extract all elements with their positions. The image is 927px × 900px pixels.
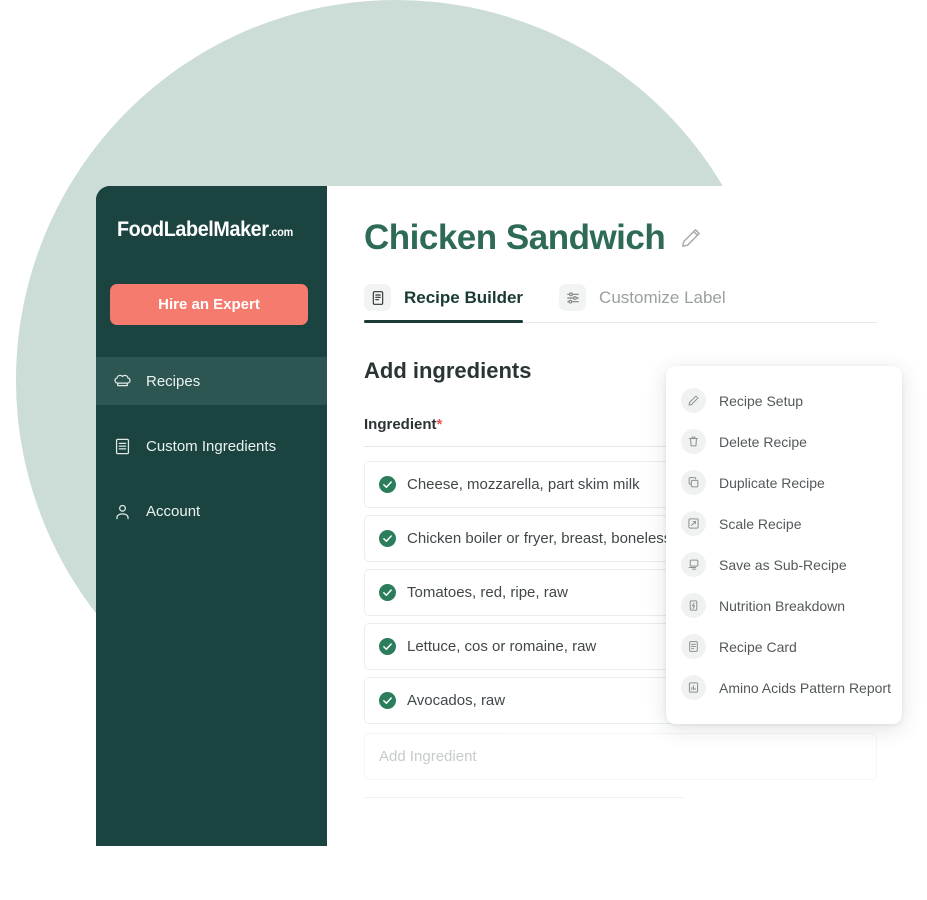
sidebar-nav: Recipes Custom Ingredients Account (96, 357, 327, 535)
menu-item-duplicate-recipe[interactable]: Duplicate Recipe (666, 462, 902, 503)
menu-item-delete-recipe[interactable]: Delete Recipe (666, 421, 902, 462)
nutrition-icon (681, 593, 706, 618)
document-icon (364, 284, 391, 311)
menu-item-label: Duplicate Recipe (719, 474, 825, 491)
check-circle-icon (379, 476, 396, 493)
required-marker: * (436, 416, 443, 433)
check-circle-icon (379, 692, 396, 709)
tab-recipe-builder[interactable]: Recipe Builder (364, 284, 524, 323)
tab-customize-label[interactable]: Customize Label (559, 284, 726, 323)
menu-item-label: Nutrition Breakdown (719, 597, 846, 614)
chef-hat-icon (113, 372, 132, 391)
brand-logo-suffix: .com (268, 227, 294, 239)
list-icon (113, 437, 132, 456)
save-sub-icon (681, 552, 706, 577)
menu-item-label: Recipe Card (719, 638, 797, 655)
menu-item-label: Amino Acids Pattern Report (719, 679, 891, 696)
ingredient-name: Avocados, raw (407, 692, 506, 709)
sidebar-item-recipes[interactable]: Recipes (96, 357, 327, 405)
sidebar: FoodLabelMaker.com Hire an Expert Recipe… (96, 186, 327, 846)
copy-icon (681, 470, 706, 495)
ingredient-name: Chicken boiler or fryer, breast, boneles… (407, 530, 672, 547)
tab-label: Customize Label (599, 287, 726, 307)
brand-logo[interactable]: FoodLabelMaker.com (117, 218, 314, 242)
menu-item-label: Delete Recipe (719, 433, 807, 450)
ingredient-name: Cheese, mozzarella, part skim milk (407, 476, 640, 493)
ingredient-name: Tomatoes, red, ripe, raw (407, 584, 568, 601)
sidebar-item-label: Recipes (146, 372, 201, 390)
menu-item-amino-acids-pattern-report[interactable]: Amino Acids Pattern Report (666, 667, 902, 708)
check-circle-icon (379, 584, 396, 601)
brand-logo-main: FoodLabelMaker (117, 218, 269, 241)
expand-icon (681, 511, 706, 536)
report-chart-icon (681, 675, 706, 700)
person-icon (113, 502, 132, 521)
menu-item-label: Recipe Setup (719, 392, 804, 409)
sliders-icon (559, 284, 587, 311)
trash-icon (681, 429, 706, 454)
tab-label: Recipe Builder (404, 287, 524, 307)
sidebar-item-label: Custom Ingredients (146, 437, 277, 455)
menu-item-label: Save as Sub-Recipe (719, 556, 847, 573)
bottom-divider (364, 797, 684, 798)
recipe-card-icon (681, 634, 706, 659)
add-ingredient-input[interactable]: Add Ingredient (364, 733, 877, 780)
hire-an-expert-button[interactable]: Hire an Expert (110, 284, 308, 325)
menu-item-recipe-setup[interactable]: Recipe Setup (666, 380, 902, 421)
menu-item-nutrition-breakdown[interactable]: Nutrition Breakdown (666, 585, 902, 626)
check-circle-icon (379, 638, 396, 655)
recipe-actions-menu: Recipe Setup Delete Recipe Duplicate Rec… (666, 366, 902, 724)
menu-item-save-as-sub-recipe[interactable]: Save as Sub-Recipe (666, 544, 902, 585)
check-circle-icon (379, 530, 396, 547)
pencil-icon (681, 388, 706, 413)
sidebar-item-custom-ingredients[interactable]: Custom Ingredients (96, 422, 327, 470)
tab-bar: Recipe Builder Customize Label (364, 284, 927, 323)
sidebar-item-label: Account (146, 502, 201, 520)
sidebar-item-account[interactable]: Account (96, 487, 327, 535)
page-title: Chicken Sandwich (364, 218, 666, 257)
column-header-label: Ingredient (364, 416, 437, 433)
menu-item-label: Scale Recipe (719, 515, 802, 532)
pencil-icon[interactable] (679, 226, 703, 250)
menu-item-recipe-card[interactable]: Recipe Card (666, 626, 902, 667)
menu-item-scale-recipe[interactable]: Scale Recipe (666, 503, 902, 544)
page-header: Chicken Sandwich (364, 218, 927, 258)
ingredient-name: Lettuce, cos or romaine, raw (407, 638, 597, 655)
